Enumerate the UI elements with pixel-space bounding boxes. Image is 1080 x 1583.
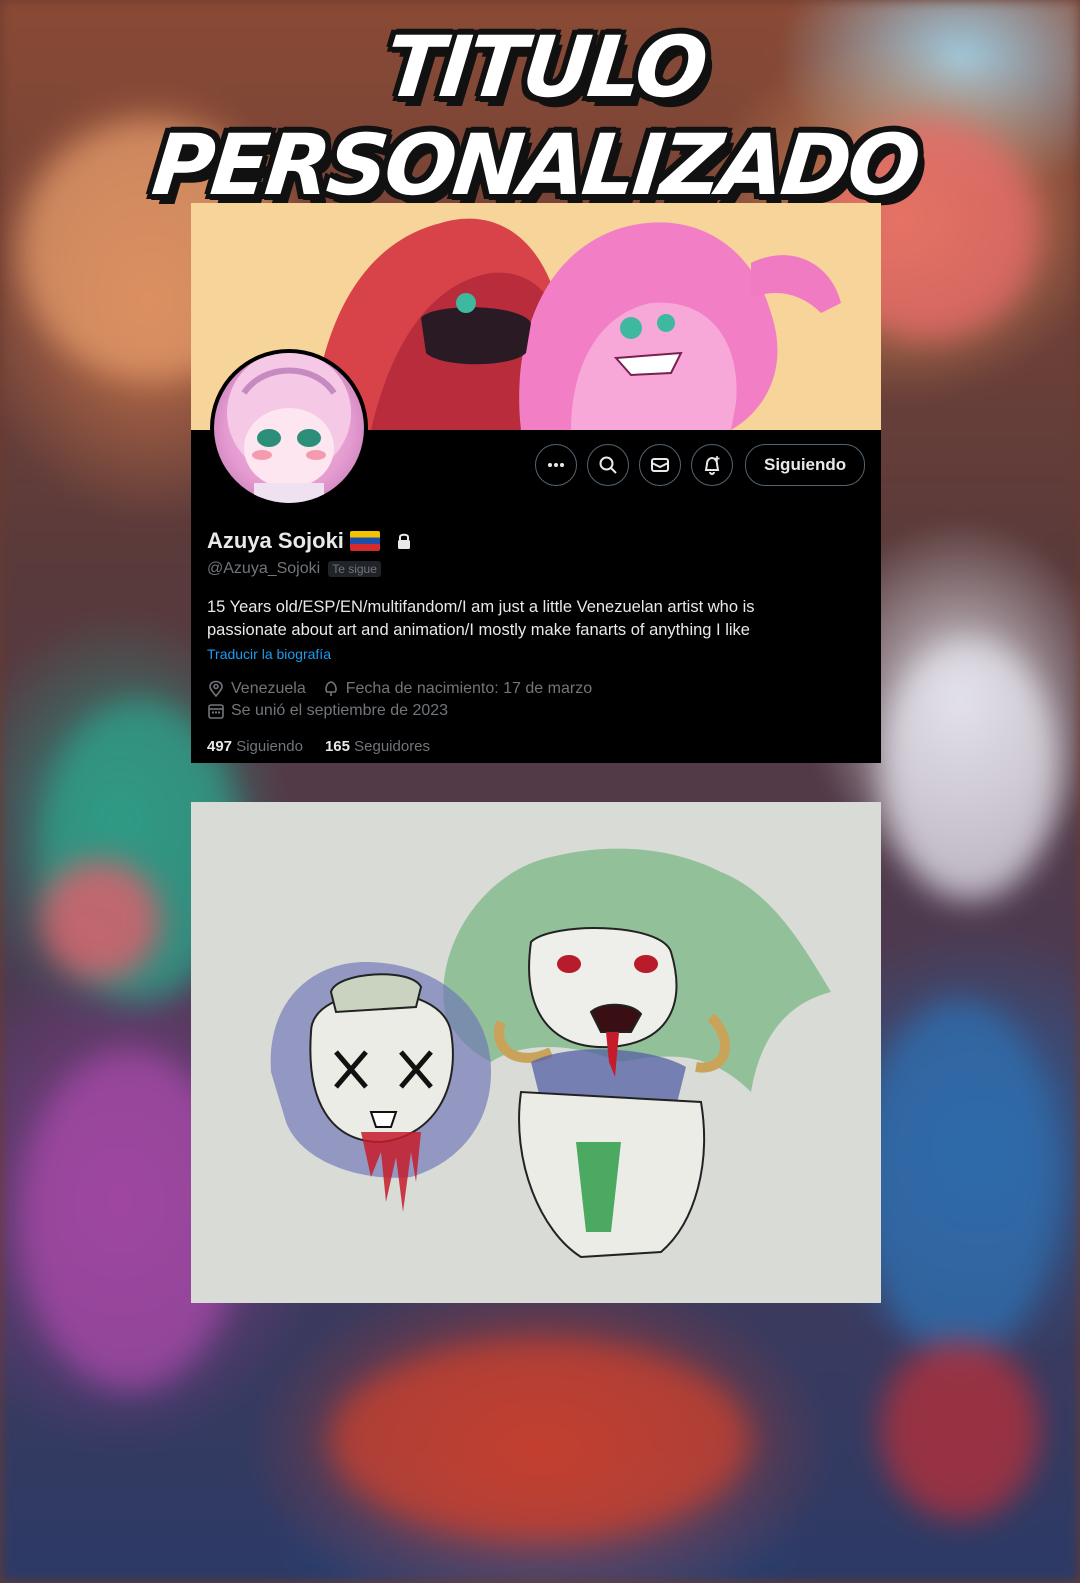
- following-stat[interactable]: 497 Siguiendo: [207, 738, 303, 755]
- following-label: Siguiendo: [236, 738, 303, 755]
- location-icon: [209, 680, 223, 698]
- calendar-icon: [208, 704, 224, 719]
- message-button[interactable]: [639, 444, 681, 486]
- search-icon: [599, 456, 617, 474]
- handle-row: @Azuya_Sojoki Te sigue: [207, 560, 381, 578]
- following-button[interactable]: Siguiendo: [745, 444, 866, 486]
- bio-line: 15 Years old/ESP/EN/multifandom/I am jus…: [207, 598, 755, 616]
- lock-icon: [397, 533, 410, 549]
- joined-date: Se unió el septiembre de 2023: [231, 702, 449, 719]
- translate-bio-link[interactable]: Traducir la biografía: [207, 646, 331, 662]
- message-icon: [651, 458, 669, 472]
- bio: 15 Years old/ESP/EN/multifandom/I am jus…: [207, 596, 847, 642]
- meta-row: Venezuela Fecha de nacimiento: 17 de mar…: [207, 680, 592, 698]
- profile-card: Siguiendo Azuya Sojoki @Azuya_Sojoki Te …: [191, 203, 881, 763]
- page-title: TITULO PERSONALIZADO: [147, 18, 922, 214]
- avatar[interactable]: [210, 349, 368, 507]
- follows-you-badge: Te sigue: [328, 561, 381, 577]
- avatar-art: [227, 353, 351, 503]
- followers-label: Seguidores: [354, 738, 431, 755]
- bell-plus-icon: [704, 456, 720, 475]
- birthday-icon: [325, 681, 337, 696]
- followers-count: 165: [324, 738, 350, 755]
- location: Venezuela: [231, 680, 306, 697]
- venezuela-flag-icon: [349, 531, 380, 551]
- drawing-art: [191, 802, 881, 1303]
- followers-stat[interactable]: 165 Seguidores: [325, 738, 430, 755]
- display-name: Azuya Sojoki: [207, 528, 344, 553]
- bio-line: passionate about art and animation/I mos…: [207, 621, 750, 639]
- handle: @Azuya_Sojoki: [207, 560, 321, 577]
- birthday: Fecha de nacimiento: 17 de marzo: [345, 680, 593, 697]
- search-button[interactable]: [587, 444, 629, 486]
- profile-actions: Siguiendo: [535, 444, 866, 486]
- more-button[interactable]: [535, 444, 577, 486]
- joined-row: Se unió el septiembre de 2023: [207, 702, 448, 720]
- notifications-button[interactable]: [691, 444, 733, 486]
- follow-stats: 497 Siguiendo 165 Seguidores: [207, 738, 430, 755]
- fanart-drawing: [191, 802, 881, 1303]
- following-count: 497: [207, 738, 233, 755]
- display-name-row: Azuya Sojoki: [207, 528, 412, 554]
- more-icon: [548, 463, 564, 467]
